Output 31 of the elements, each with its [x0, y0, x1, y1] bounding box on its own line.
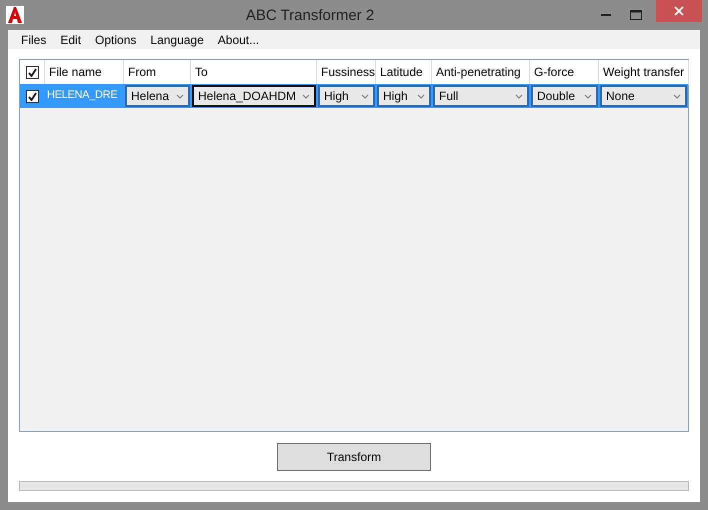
minimize-icon — [601, 14, 611, 16]
dropdown[interactable]: Full — [433, 85, 529, 107]
app-logo-icon — [6, 6, 24, 24]
menu-item[interactable]: Options — [88, 32, 144, 47]
close-icon — [674, 6, 684, 16]
transform-button[interactable]: Transform — [277, 443, 431, 471]
dropdown[interactable]: Helena — [125, 85, 190, 107]
table-cell-text: HELENA_DRE — [46, 88, 118, 103]
dropdown[interactable]: None — [600, 85, 687, 107]
menu-item[interactable]: Language — [143, 32, 211, 47]
caret-icon — [176, 94, 184, 98]
dropdown[interactable]: High — [377, 85, 431, 107]
checkbox[interactable] — [26, 90, 39, 102]
checkmark-icon — [28, 68, 36, 76]
caret-icon — [361, 94, 369, 98]
window-title: ABC Transformer 2 — [244, 6, 376, 24]
caret-icon — [515, 94, 523, 98]
caret-icon — [673, 94, 681, 98]
dropdown[interactable]: Helena_DOAHDM — [192, 85, 316, 107]
checkmark-icon — [28, 92, 37, 100]
caret-icon — [584, 94, 592, 98]
menu-item[interactable]: Edit — [53, 32, 88, 47]
selected-row[interactable]: HELENA_DRE Helena Helena_DOAHDM High High Full Double None — [20, 84, 688, 108]
caret-icon — [417, 94, 425, 98]
menu-item[interactable]: Files — [14, 32, 54, 47]
caret-icon — [302, 94, 310, 98]
close-button[interactable] — [656, 0, 702, 22]
dropdown[interactable]: High — [318, 85, 375, 107]
dropdown[interactable]: Double — [531, 85, 598, 107]
menu-item[interactable]: About... — [210, 32, 266, 47]
checkbox[interactable] — [26, 66, 38, 78]
